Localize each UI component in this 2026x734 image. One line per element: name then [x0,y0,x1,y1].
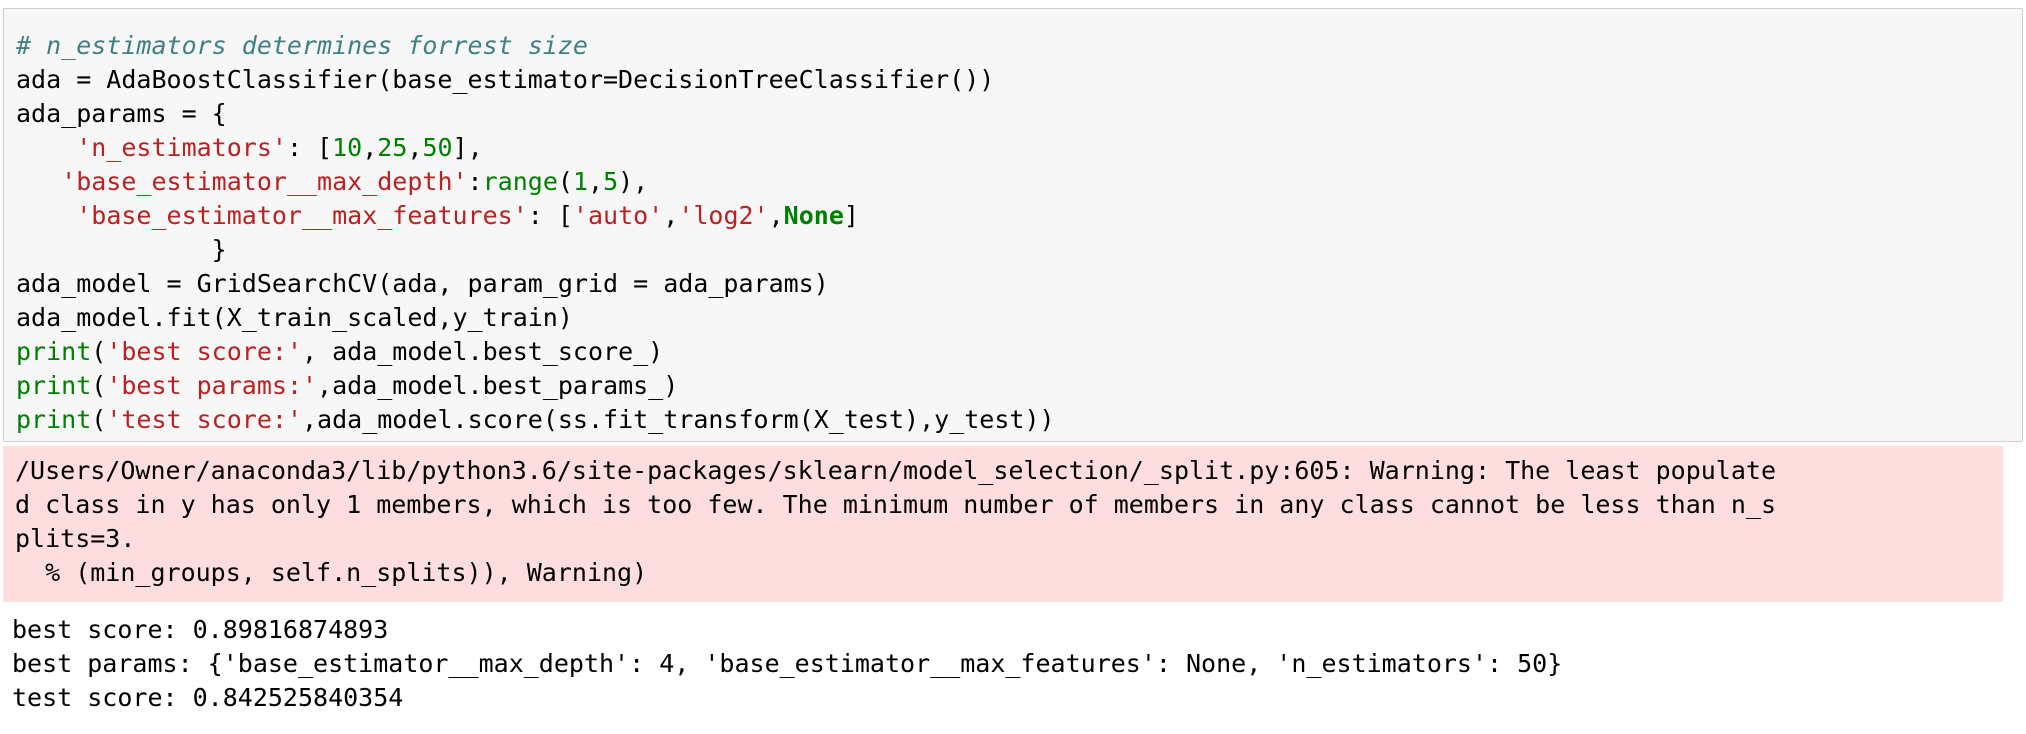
code-comment: # n_estimators determines forrest size [16,31,588,60]
code-line: 'n_estimators': [10,25,50], [16,131,483,165]
code-text: : [467,167,483,196]
code-text: , ada_model.best_score_) [302,337,664,366]
string-literal: 'base_estimator__max_features' [76,201,528,230]
code-text: ), [618,167,649,196]
code-line: } [16,233,227,267]
string-literal: 'log2' [678,201,769,230]
code-text: , [768,201,784,230]
stderr-line: plits=3. [15,524,136,553]
code-text: : [ [286,133,333,162]
stderr-output: /Users/Owner/anaconda3/lib/python3.6/sit… [3,446,2003,602]
code-text: ada_params = { [16,99,227,128]
stdout-line: best params: {'base_estimator__max_depth… [12,649,1563,678]
code-text: ,ada_model.best_params_) [317,371,679,400]
stdout-line: test score: 0.842525840354 [12,683,404,712]
code-input-cell[interactable]: # n_estimators determines forrest size a… [3,8,2023,442]
code-text: ,ada_model.score(ss.fit_transform(X_test… [302,405,1055,434]
code-line: 'base_estimator__max_depth':range(1,5), [16,165,648,199]
code-line: ada_params = { [16,97,227,131]
code-text: ( [91,337,107,366]
code-text: ( [91,371,107,400]
number-literal: 5 [603,167,619,196]
string-literal: 'n_estimators' [76,133,287,162]
code-line: print('test score:',ada_model.score(ss.f… [16,403,1055,437]
number-literal: 10 [332,133,363,162]
code-line: ada_model.fit(X_train_scaled,y_train) [16,301,573,335]
code-line: # n_estimators determines forrest size [16,29,588,63]
number-literal: 50 [422,133,453,162]
string-literal: 'best params:' [106,371,318,400]
stdout-line: best score: 0.89816874893 [12,615,389,644]
code-text: ada = AdaBoostClassifier(base_estimator=… [16,65,995,94]
code-text: ada_model = GridSearchCV(ada, param_grid… [16,269,829,298]
string-literal: 'test score:' [106,405,302,434]
builtin-name: print [16,371,92,400]
builtin-name: print [16,337,92,366]
code-text: ada_model.fit(X_train_scaled,y_train) [16,303,573,332]
string-literal: 'base_estimator__max_depth' [61,167,468,196]
code-line: ada_model = GridSearchCV(ada, param_grid… [16,267,829,301]
code-line: print('best params:',ada_model.best_para… [16,369,678,403]
code-line: 'base_estimator__max_features': ['auto',… [16,199,859,233]
string-literal: 'auto' [572,201,664,230]
code-text: , [362,133,378,162]
code-text: } [16,235,227,264]
number-literal: 25 [377,133,408,162]
builtin-name: print [16,405,92,434]
code-text: , [588,167,604,196]
code-text: ( [557,167,573,196]
code-text: , [407,133,423,162]
keyword: None [783,201,844,230]
code-line: ada = AdaBoostClassifier(base_estimator=… [16,63,994,97]
code-text: ] [843,201,859,230]
builtin-name: range [482,167,558,196]
stderr-line: /Users/Owner/anaconda3/lib/python3.6/sit… [15,456,1776,485]
code-text: : [ [527,201,573,230]
stderr-line: d class in y has only 1 members, which i… [15,490,1776,519]
code-text: , [663,201,679,230]
code-text: ( [91,405,107,434]
stderr-line: % (min_groups, self.n_splits)), Warning) [15,558,648,587]
code-text: ], [452,133,483,162]
string-literal: 'best score:' [106,337,302,366]
number-literal: 1 [572,167,588,196]
code-line: print('best score:', ada_model.best_scor… [16,335,663,369]
